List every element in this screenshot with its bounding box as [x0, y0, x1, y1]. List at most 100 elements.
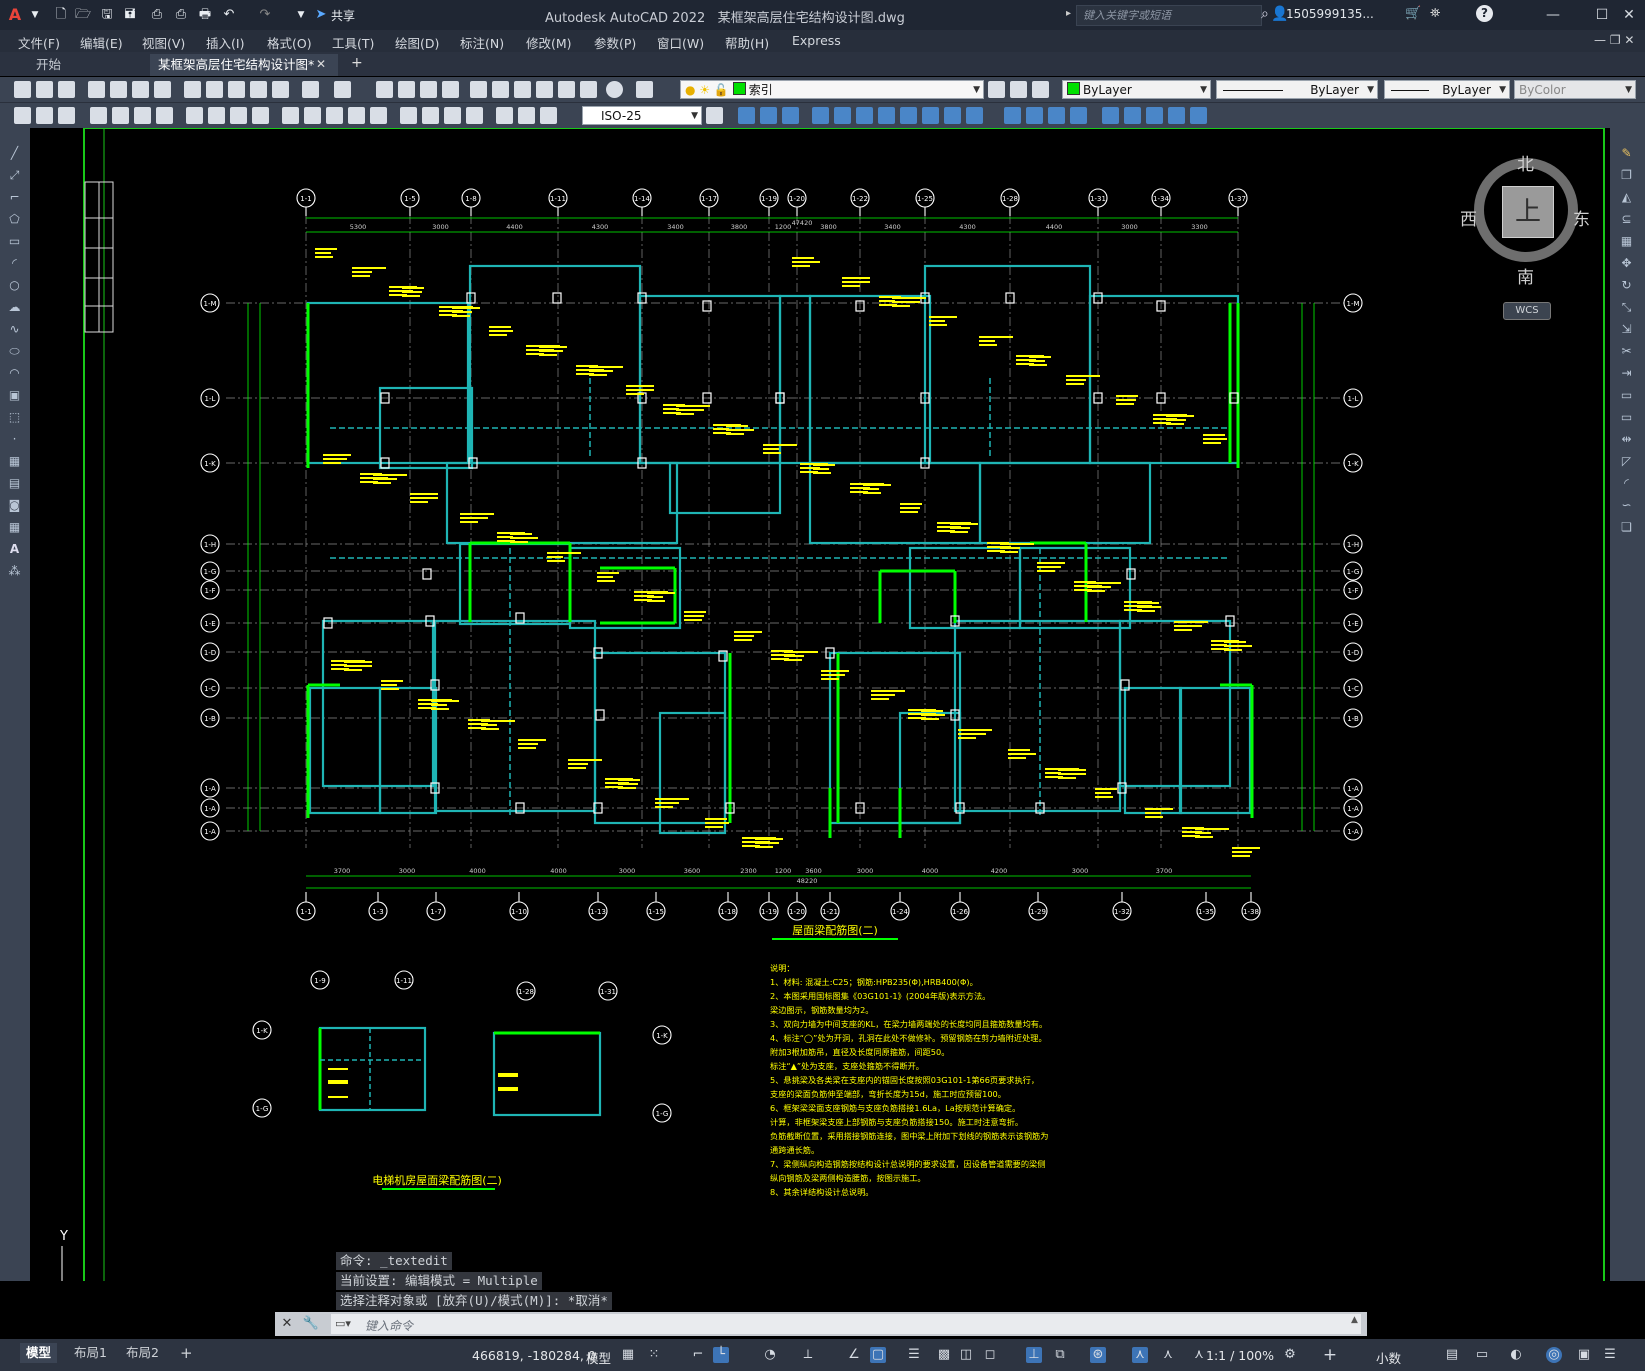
- tb-matchprop-icon[interactable]: [250, 81, 267, 98]
- search-expand-icon[interactable]: ▸: [1066, 8, 1071, 19]
- open-icon[interactable]: 🗁: [74, 6, 92, 24]
- tb-zoom-previous-icon[interactable]: [442, 81, 459, 98]
- ellipse-icon[interactable]: ⬭: [7, 344, 22, 359]
- tb-dim-continue-icon[interactable]: [326, 107, 343, 124]
- mirror-icon[interactable]: ◭: [1619, 190, 1634, 205]
- tb-cut-icon[interactable]: [184, 81, 201, 98]
- polyline-icon[interactable]: ⌐: [7, 190, 22, 205]
- webmobile-icon[interactable]: ⎙: [148, 6, 166, 24]
- tb-modify-11-icon[interactable]: [966, 107, 983, 124]
- model-space-canvas[interactable]: Y ✕ 5300 3000 4400 4300 3400 3800 1200 3800 3400…: [30, 128, 1610, 1281]
- tb-dim-space-icon[interactable]: [348, 107, 365, 124]
- ellipse-arc-icon[interactable]: ◠: [7, 366, 22, 381]
- close-command-icon[interactable]: ✕: [277, 1314, 297, 1334]
- isolate-objects-icon[interactable]: ◐: [1508, 1347, 1524, 1363]
- break-at-point-icon[interactable]: ▭: [1619, 388, 1634, 403]
- search-icon[interactable]: ⌕: [1261, 6, 1269, 22]
- tb-dim-aligned-icon[interactable]: [112, 107, 129, 124]
- tb-quick-dim-icon[interactable]: [282, 107, 299, 124]
- offset-icon[interactable]: ⊆: [1619, 212, 1634, 227]
- customize-qat-icon[interactable]: ▼: [292, 6, 310, 24]
- add-selected-icon[interactable]: ⁂: [7, 564, 22, 579]
- selection-filter-icon[interactable]: ⧉: [1052, 1347, 1068, 1363]
- tb-inspect-icon[interactable]: [444, 107, 461, 124]
- tb-modify-2-icon[interactable]: [760, 107, 777, 124]
- tb-modify-9-icon[interactable]: [922, 107, 939, 124]
- tb-modify-6-icon[interactable]: [856, 107, 873, 124]
- plot-icon[interactable]: ⎙: [172, 6, 190, 24]
- tb-help-icon[interactable]: [606, 81, 623, 98]
- tb-modify-20-icon[interactable]: [1190, 107, 1207, 124]
- command-input[interactable]: [331, 1314, 1361, 1334]
- point-icon[interactable]: ·: [7, 432, 22, 447]
- user-name[interactable]: 1505999135...: [1286, 7, 1374, 21]
- menu-edit[interactable]: 编辑(E): [80, 33, 123, 52]
- tb-properties-icon[interactable]: [470, 81, 487, 98]
- infer-constraints-icon[interactable]: ⌐: [690, 1347, 706, 1363]
- customize-command-icon[interactable]: 🔧: [301, 1314, 321, 1334]
- menu-tools[interactable]: 工具(T): [332, 33, 374, 52]
- menu-modify[interactable]: 修改(M): [526, 33, 572, 52]
- cart-icon[interactable]: 🛒: [1405, 6, 1421, 21]
- annotation-scale-value[interactable]: 1:1 / 100%: [1206, 1348, 1274, 1363]
- tb-redo-icon[interactable]: [334, 81, 351, 98]
- clean-screen-icon[interactable]: ▣: [1576, 1347, 1592, 1363]
- tb-new-icon[interactable]: [14, 81, 31, 98]
- tb-calculator-icon[interactable]: [580, 81, 597, 98]
- selection-cycling-icon[interactable]: ◫: [958, 1347, 974, 1363]
- tb-layer-manager-icon[interactable]: [636, 81, 653, 98]
- workspace-gear-icon[interactable]: ⚙: [1282, 1347, 1298, 1363]
- tb-modify-10-icon[interactable]: [944, 107, 961, 124]
- tb-dim-baseline-icon[interactable]: [304, 107, 321, 124]
- hardware-acceleration-icon[interactable]: ◎: [1546, 1347, 1562, 1363]
- tb-modify-19-icon[interactable]: [1168, 107, 1185, 124]
- circle-icon[interactable]: ○: [7, 278, 22, 293]
- tb-make-current-icon[interactable]: [988, 81, 1005, 98]
- tb-dim-linear-icon[interactable]: [90, 107, 107, 124]
- cursor-coordinates[interactable]: 466819, -180284, 0: [472, 1348, 596, 1363]
- tb-zoom-window-icon[interactable]: [420, 81, 437, 98]
- scale-icon[interactable]: ⤡: [1619, 300, 1634, 315]
- tb-tool-2-icon[interactable]: [36, 107, 53, 124]
- tb-dimstyle-icon[interactable]: [706, 107, 723, 124]
- rectangle-icon[interactable]: ▭: [7, 234, 22, 249]
- fillet-icon[interactable]: ◜: [1619, 476, 1634, 491]
- menu-file[interactable]: 文件(F): [18, 33, 60, 52]
- object-snap-tracking-icon[interactable]: ∠: [846, 1347, 862, 1363]
- trim-icon[interactable]: ✂: [1619, 344, 1634, 359]
- tb-modify-7-icon[interactable]: [878, 107, 895, 124]
- gizmo-icon[interactable]: ⊛: [1090, 1347, 1106, 1363]
- erase-icon[interactable]: ✎: [1619, 146, 1634, 161]
- tb-copy-icon[interactable]: [206, 81, 223, 98]
- menu-parameters[interactable]: 参数(P): [594, 33, 636, 52]
- polar-tracking-icon[interactable]: ◔: [762, 1347, 778, 1363]
- new-tab-icon[interactable]: +: [351, 55, 363, 71]
- menu-window[interactable]: 窗口(W): [657, 33, 704, 52]
- mtext-icon[interactable]: A: [7, 542, 22, 557]
- menu-dimension[interactable]: 标注(N): [460, 33, 504, 52]
- menu-help[interactable]: 帮助(H): [725, 33, 769, 52]
- tb-center-mark-icon[interactable]: [422, 107, 439, 124]
- tb-pan-icon[interactable]: [376, 81, 393, 98]
- compass-west[interactable]: 西: [1460, 205, 1477, 230]
- tb-modify-4-icon[interactable]: [812, 107, 829, 124]
- arc-icon[interactable]: ◜: [7, 256, 22, 271]
- tb-tool-3-icon[interactable]: [58, 107, 75, 124]
- object-snap-icon[interactable]: ▢: [870, 1347, 886, 1363]
- tab-close-icon[interactable]: ✕: [316, 57, 326, 71]
- tb-3dprint-icon[interactable]: [154, 81, 171, 98]
- tb-dim-diameter-icon[interactable]: [230, 107, 247, 124]
- saveas-icon[interactable]: 🖬: [121, 6, 139, 24]
- tb-zoom-realtime-icon[interactable]: [398, 81, 415, 98]
- make-block-icon[interactable]: ⬚: [7, 410, 22, 425]
- dimstyle-dropdown[interactable]: ISO-25 ▼: [582, 106, 702, 125]
- maximize-icon[interactable]: ☐: [1589, 5, 1615, 25]
- isodraft-icon[interactable]: ⟂: [800, 1347, 816, 1363]
- tb-tolerance-icon[interactable]: [400, 107, 417, 124]
- tb-jog-line-icon[interactable]: [466, 107, 483, 124]
- ortho-icon[interactable]: └: [713, 1347, 729, 1363]
- tb-dim-ordinate-icon[interactable]: [156, 107, 173, 124]
- layout-tab-model[interactable]: 模型: [20, 1343, 58, 1363]
- insert-block-icon[interactable]: ▣: [7, 388, 22, 403]
- explode-icon[interactable]: ❏: [1619, 520, 1634, 535]
